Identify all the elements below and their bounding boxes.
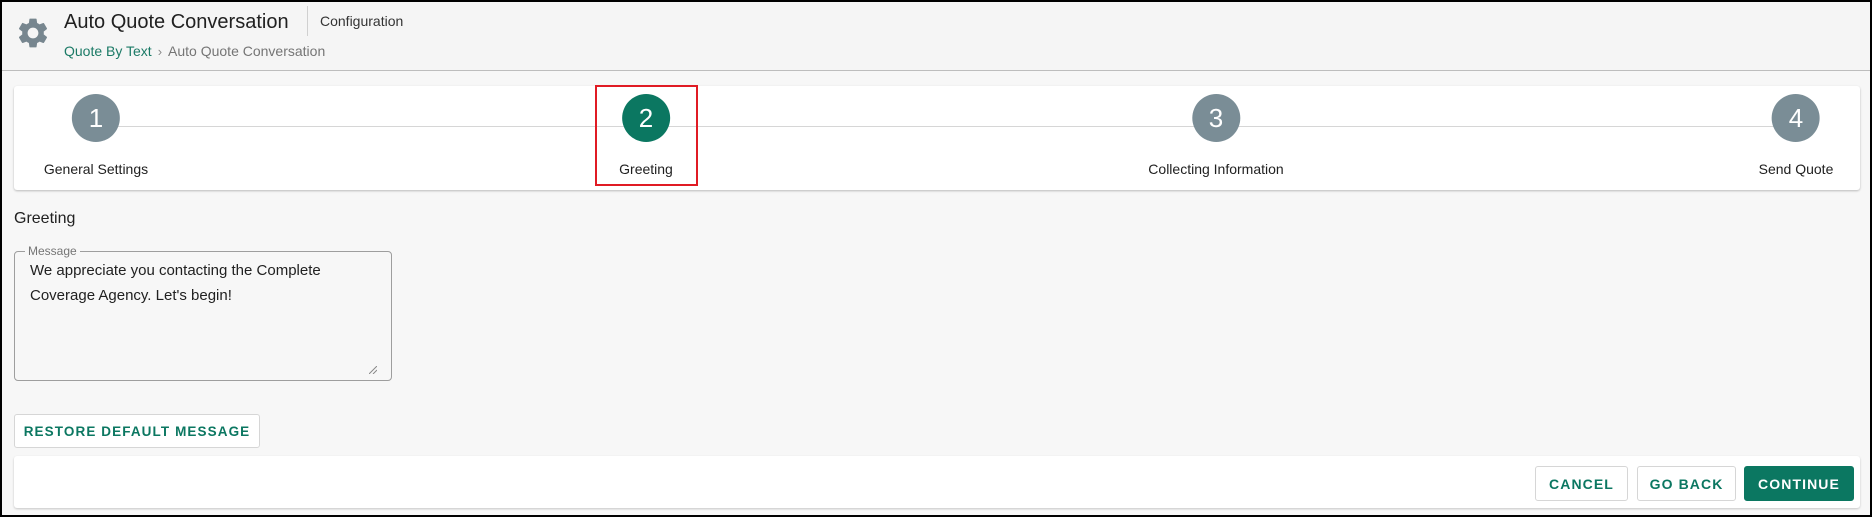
- stepper: 1 General Settings 2 Greeting 3 Collecti…: [14, 86, 1860, 190]
- step-send-quote[interactable]: 4 Send Quote: [1758, 94, 1834, 177]
- footer-actions: CANCEL GO BACK CONTINUE: [14, 456, 1860, 508]
- app-frame: Auto Quote Conversation Configuration Qu…: [0, 0, 1872, 517]
- resize-handle-icon[interactable]: [369, 366, 377, 374]
- page-header: Auto Quote Conversation Configuration Qu…: [2, 2, 1870, 71]
- continue-button[interactable]: CONTINUE: [1744, 466, 1854, 501]
- active-step-highlight: [595, 85, 698, 186]
- step-number: 1: [71, 94, 120, 142]
- breadcrumb-current: Auto Quote Conversation: [168, 43, 326, 59]
- go-back-button[interactable]: GO BACK: [1637, 466, 1736, 501]
- step-general-settings[interactable]: 1 General Settings: [44, 94, 148, 177]
- breadcrumb-link-quote-by-text[interactable]: Quote By Text: [64, 43, 152, 59]
- restore-default-message-button[interactable]: RESTORE DEFAULT MESSAGE: [14, 414, 260, 448]
- step-label: General Settings: [43, 161, 149, 177]
- chevron-right-icon: ›: [157, 43, 163, 59]
- title-divider: [307, 6, 308, 36]
- step-label: Send Quote: [1758, 161, 1834, 177]
- step-connector: [94, 126, 1790, 127]
- step-collecting-information[interactable]: 3 Collecting Information: [1148, 94, 1284, 177]
- section-name: Configuration: [320, 13, 404, 29]
- step-number: 4: [1771, 94, 1820, 142]
- breadcrumb: Quote By Text › Auto Quote Conversation: [64, 43, 325, 59]
- step-label: Collecting Information: [1148, 161, 1284, 177]
- message-field-label: Message: [25, 244, 80, 258]
- message-field[interactable]: Message We appreciate you contacting the…: [14, 244, 392, 381]
- message-textarea[interactable]: We appreciate you contacting the Complet…: [30, 258, 370, 308]
- section-title: Greeting: [14, 210, 76, 227]
- step-number: 3: [1192, 94, 1240, 142]
- page-title: Auto Quote Conversation: [64, 11, 289, 33]
- gear-icon: [18, 18, 48, 48]
- cancel-button[interactable]: CANCEL: [1535, 466, 1628, 501]
